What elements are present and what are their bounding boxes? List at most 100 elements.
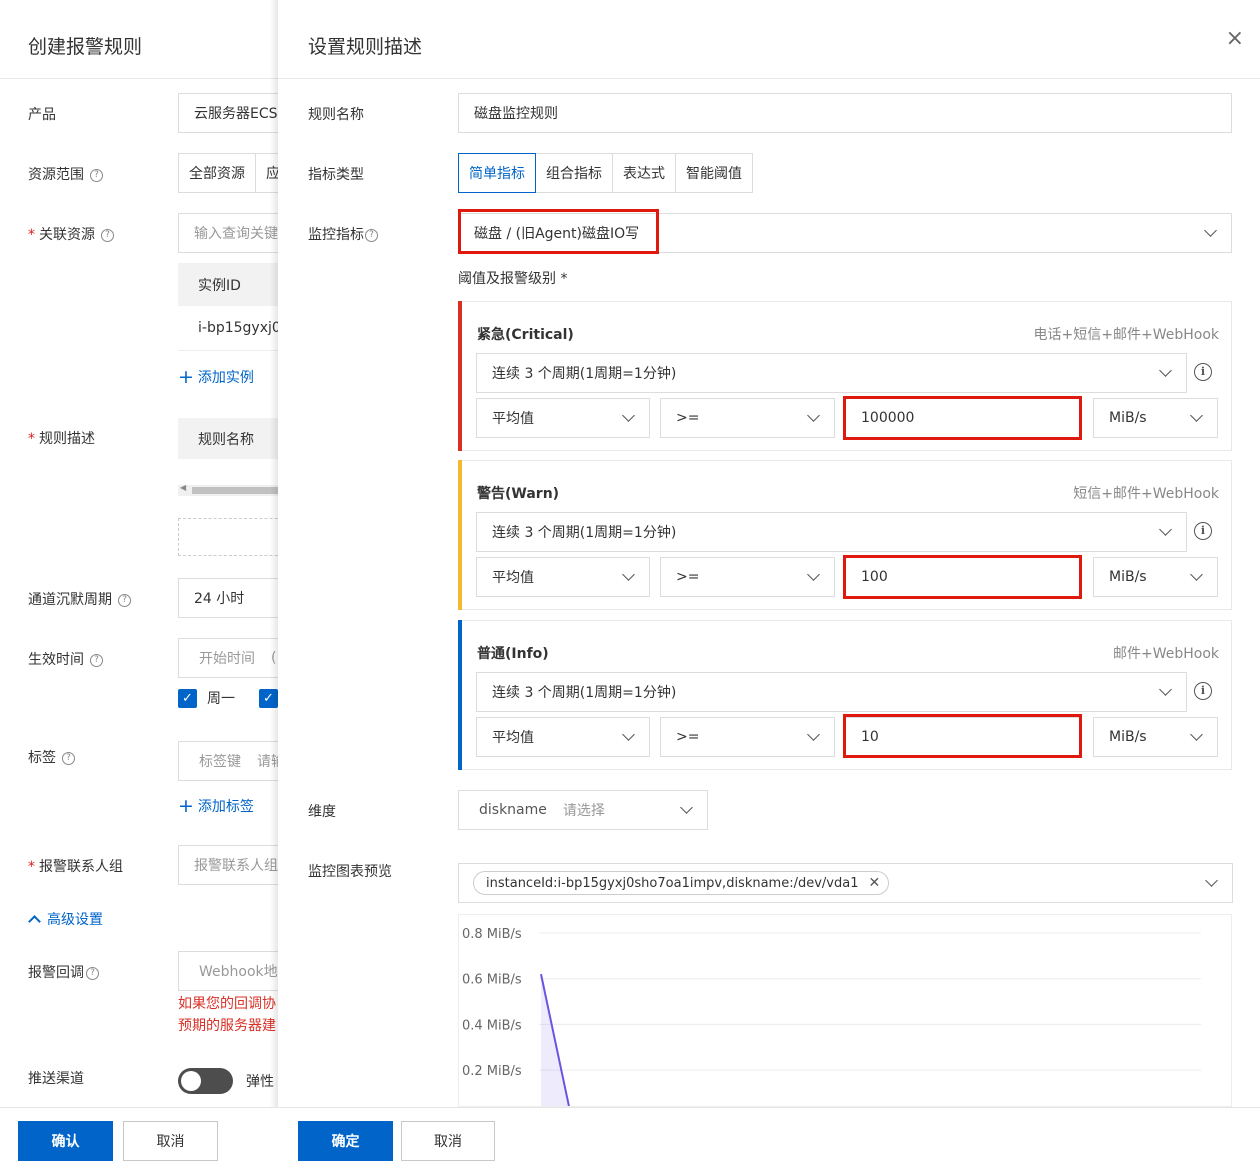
effective-time-label: 生效时间? bbox=[28, 649, 103, 669]
rule-name-label: 规则名称 bbox=[308, 107, 364, 123]
info-icon[interactable]: i bbox=[1194, 522, 1212, 540]
divider bbox=[0, 78, 300, 79]
back-confirm-button[interactable]: 确认 bbox=[18, 1121, 113, 1161]
callback-label: 报警回调? bbox=[28, 962, 99, 982]
period-select[interactable]: 连续 3 个周期(1周期=1分钟) bbox=[476, 353, 1187, 393]
add-tag-link[interactable]: + 添加标签 bbox=[178, 795, 254, 817]
monday-label: 周一 bbox=[207, 691, 235, 707]
product-label: 产品 bbox=[28, 107, 56, 123]
divider bbox=[278, 78, 1260, 79]
help-icon: ? bbox=[86, 966, 99, 980]
preview-instance-select[interactable]: instanceId:i-bp15gyxj0sho7oa1impv,diskna… bbox=[458, 863, 1233, 903]
unit-select[interactable]: MiB/s bbox=[1093, 557, 1218, 597]
metric-type-tabs: 简单指标 组合指标 表达式 智能阈值 bbox=[458, 153, 753, 193]
level-title: 普通(Info) bbox=[477, 646, 549, 662]
metric-type-label: 指标类型 bbox=[308, 167, 364, 183]
tab-expression[interactable]: 表达式 bbox=[612, 153, 676, 193]
operator-select[interactable]: >= bbox=[660, 717, 835, 757]
weekday-checkboxes: ✓ 周一 ✓ bbox=[178, 688, 278, 708]
operator-select[interactable]: >= bbox=[660, 398, 835, 438]
help-icon: ? bbox=[90, 653, 103, 667]
tag-remove-icon[interactable]: ✕ bbox=[869, 875, 881, 891]
period-select[interactable]: 连续 3 个周期(1周期=1分钟) bbox=[476, 672, 1187, 712]
confirm-button[interactable]: 确定 bbox=[298, 1121, 393, 1161]
plus-icon: + bbox=[178, 795, 194, 817]
chevron-down-icon bbox=[1159, 683, 1172, 696]
help-icon: ? bbox=[101, 228, 114, 242]
notify-channels: 短信+邮件+WebHook bbox=[1073, 486, 1219, 502]
create-alert-rule-drawer: 创建报警规则 产品 云服务器ECS 资源范围? 全部资源 应 *关联资源? 输入… bbox=[0, 0, 300, 1168]
drawer-title: 创建报警规则 bbox=[28, 36, 143, 58]
statistic-select[interactable]: 平均值 bbox=[476, 557, 650, 597]
chevron-down-icon bbox=[1190, 568, 1203, 581]
notify-channels: 邮件+WebHook bbox=[1112, 646, 1219, 662]
statistic-select[interactable]: 平均值 bbox=[476, 398, 650, 438]
dimension-select[interactable]: diskname 请选择 bbox=[458, 790, 708, 830]
silence-period-label: 通道沉默周期? bbox=[28, 589, 131, 609]
instance-tag: instanceId:i-bp15gyxj0sho7oa1impv,diskna… bbox=[473, 871, 890, 895]
push-channel-label: 推送渠道 bbox=[28, 1071, 84, 1087]
help-icon: ? bbox=[365, 228, 378, 242]
unit-select[interactable]: MiB/s bbox=[1093, 717, 1218, 757]
rule-name-input[interactable]: 磁盘监控规则 bbox=[458, 93, 1232, 133]
unit-select[interactable]: MiB/s bbox=[1093, 398, 1218, 438]
threshold-highlight-box bbox=[843, 714, 1082, 758]
assoc-resource-label: * 关联资源? bbox=[28, 224, 114, 244]
chevron-down-icon bbox=[680, 801, 693, 814]
notify-channels: 电话+短信+邮件+WebHook bbox=[1033, 327, 1219, 343]
chevron-down-icon bbox=[807, 728, 820, 741]
metric-label: 监控指标? bbox=[308, 224, 378, 244]
rule-description-panel: 设置规则描述 × 规则名称 磁盘监控规则 指标类型 简单指标 组合指标 表达式 … bbox=[278, 0, 1260, 1168]
tags-label: 标签? bbox=[28, 747, 75, 767]
info-icon[interactable]: i bbox=[1194, 682, 1212, 700]
back-cancel-button[interactable]: 取消 bbox=[123, 1121, 218, 1161]
cancel-button[interactable]: 取消 bbox=[401, 1121, 495, 1161]
chevron-down-icon bbox=[1190, 728, 1203, 741]
panel-title: 设置规则描述 bbox=[308, 36, 423, 58]
push-channel-switch[interactable] bbox=[178, 1068, 233, 1094]
chevron-down-icon bbox=[1159, 364, 1172, 377]
close-icon[interactable]: × bbox=[1226, 26, 1244, 51]
operator-select[interactable]: >= bbox=[660, 557, 835, 597]
tab-simple-metric[interactable]: 简单指标 bbox=[458, 153, 536, 193]
metric-highlight-box bbox=[458, 209, 659, 254]
scope-label: 资源范围? bbox=[28, 164, 103, 184]
tab-composite-metric[interactable]: 组合指标 bbox=[535, 153, 613, 193]
chevron-down-icon bbox=[1190, 409, 1203, 422]
chevron-down-icon bbox=[622, 568, 635, 581]
statistic-select[interactable]: 平均值 bbox=[476, 717, 650, 757]
monday-checkbox[interactable]: ✓ bbox=[178, 688, 197, 708]
callback-warning-1: 如果您的回调协 bbox=[178, 996, 276, 1012]
threshold-label: 阈值及报警级别 * bbox=[458, 271, 568, 287]
chevron-down-icon bbox=[1204, 224, 1217, 237]
monitor-chart: 0.8 MiB/s 0.6 MiB/s 0.4 MiB/s 0.2 MiB/s bbox=[458, 914, 1232, 1107]
plus-icon: + bbox=[178, 366, 194, 388]
y-tick-label: 0.6 MiB/s bbox=[462, 973, 522, 988]
chart-svg: 0.8 MiB/s 0.6 MiB/s 0.4 MiB/s 0.2 MiB/s bbox=[462, 927, 1201, 1106]
level-color-bar bbox=[458, 620, 462, 770]
chevron-down-icon bbox=[1159, 523, 1172, 536]
y-tick-label: 0.8 MiB/s bbox=[462, 927, 522, 942]
help-icon: ? bbox=[62, 751, 75, 765]
help-icon: ? bbox=[118, 593, 131, 607]
contact-group-label: * 报警联系人组 bbox=[28, 859, 123, 875]
chevron-down-icon bbox=[807, 568, 820, 581]
chevron-down-icon bbox=[1205, 874, 1218, 887]
help-icon: ? bbox=[90, 168, 103, 182]
rule-desc-label: * 规则描述 bbox=[28, 431, 95, 447]
level-color-bar bbox=[458, 460, 462, 610]
period-select[interactable]: 连续 3 个周期(1周期=1分钟) bbox=[476, 512, 1187, 552]
info-icon[interactable]: i bbox=[1194, 363, 1212, 381]
y-tick-label: 0.4 MiB/s bbox=[462, 1018, 522, 1033]
dimension-label: 维度 bbox=[308, 804, 336, 820]
chevron-down-icon bbox=[622, 728, 635, 741]
level-title: 警告(Warn) bbox=[477, 486, 560, 502]
chevron-up-icon bbox=[28, 914, 41, 928]
scope-all-resources[interactable]: 全部资源 bbox=[178, 153, 256, 193]
threshold-highlight-box bbox=[843, 396, 1082, 440]
advanced-settings-toggle[interactable]: 高级设置 bbox=[28, 909, 103, 929]
add-instance-link[interactable]: + 添加实例 bbox=[178, 366, 254, 388]
chevron-down-icon bbox=[807, 409, 820, 422]
tab-smart-threshold[interactable]: 智能阈值 bbox=[675, 153, 753, 193]
chevron-down-icon bbox=[622, 409, 635, 422]
